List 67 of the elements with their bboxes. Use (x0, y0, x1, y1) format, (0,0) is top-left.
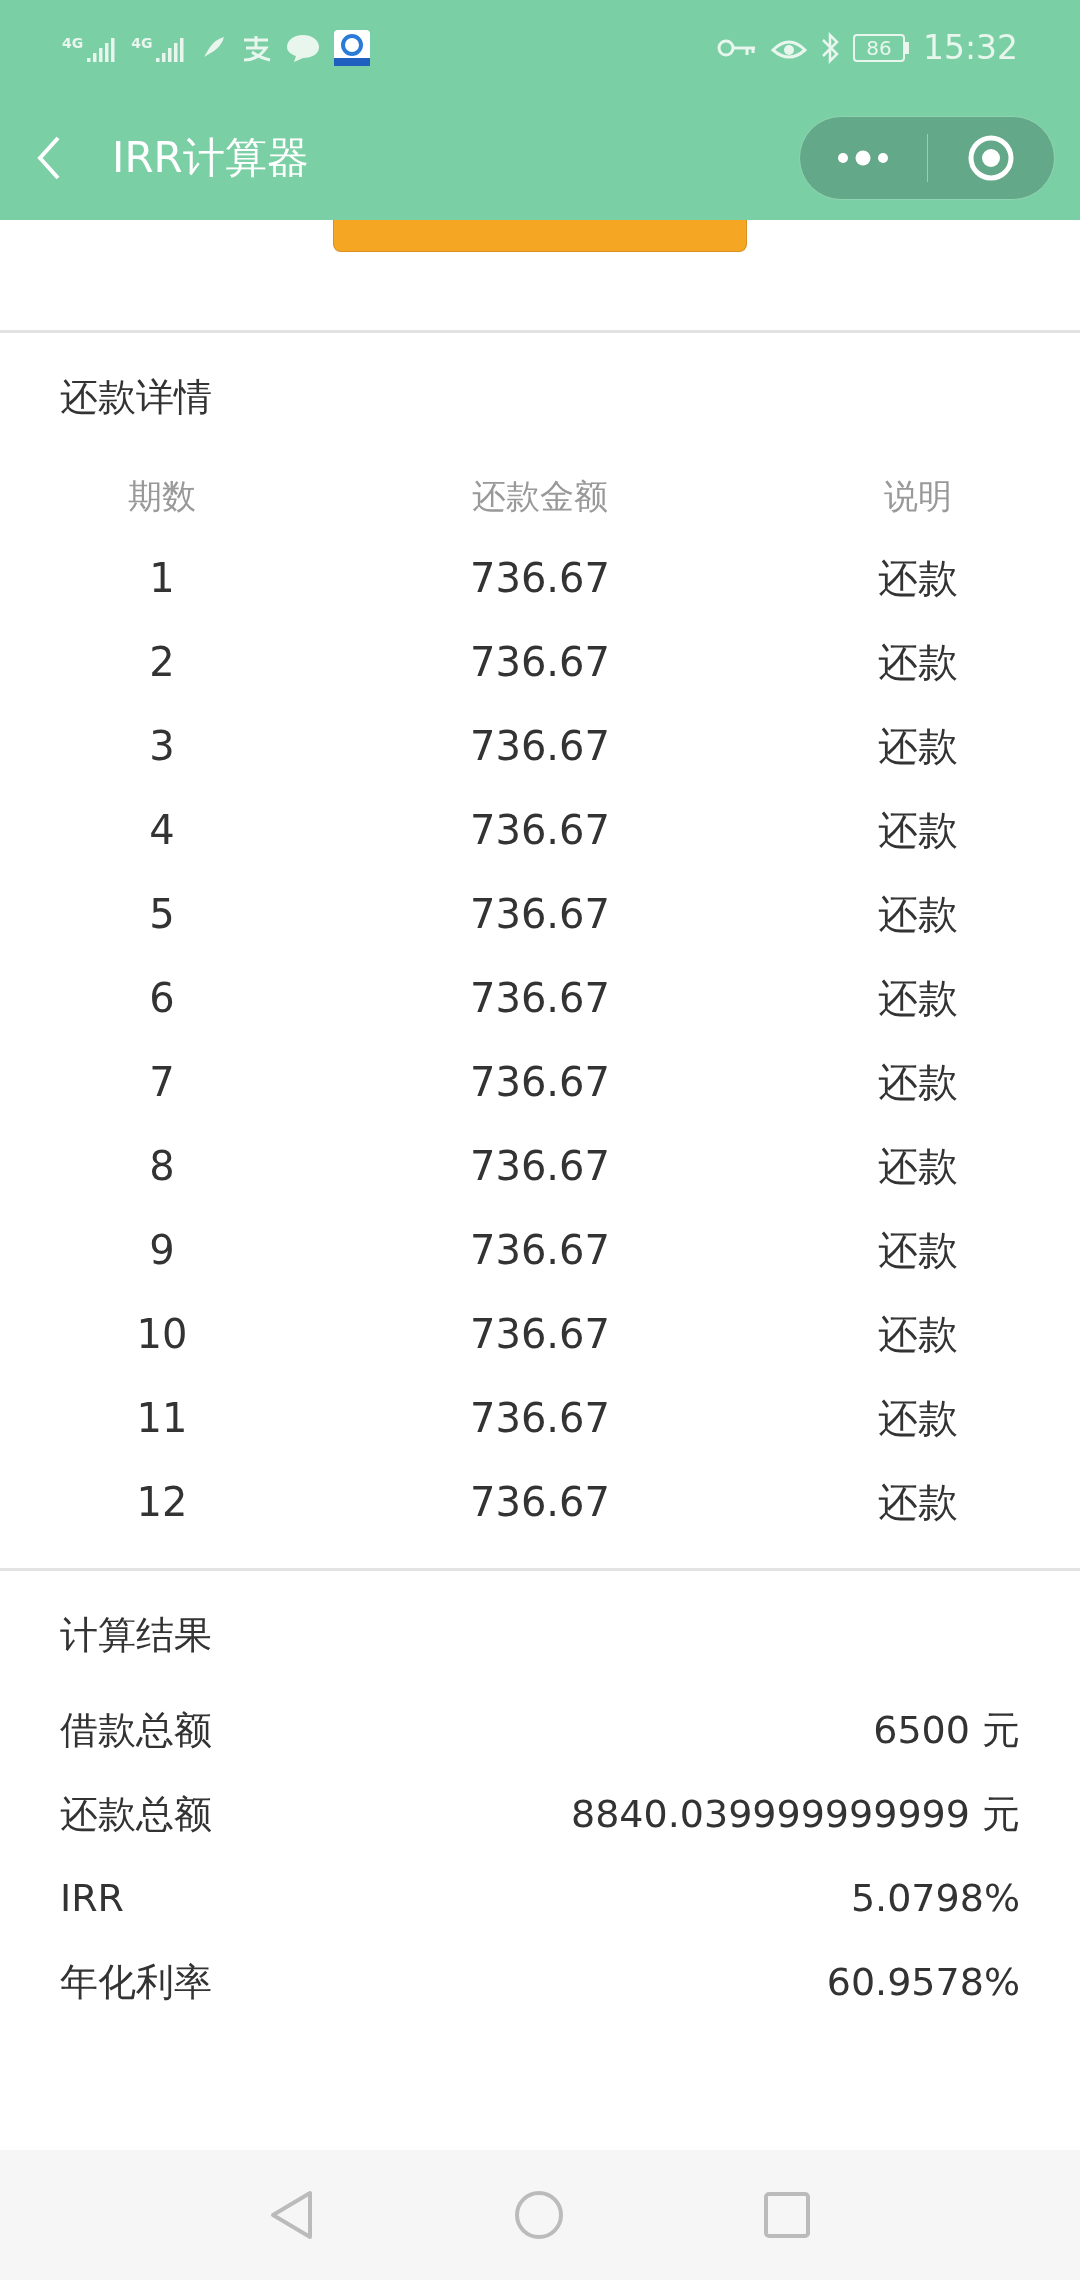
recents-icon (764, 2192, 810, 2238)
home-button[interactable] (514, 2190, 564, 2240)
table-cell-text: 还款 (878, 974, 958, 1023)
table-cell-text: 还款 (878, 806, 958, 855)
table-cell-text: 736.67 (470, 1310, 610, 1359)
table-cell-text: 5 (149, 890, 175, 939)
page-title: IRR计算器 (112, 132, 309, 184)
table-cell-text: 736.67 (470, 1478, 610, 1527)
table-cell-text: 还款 (878, 1478, 958, 1527)
recents-button[interactable] (764, 2192, 810, 2238)
home-icon (514, 2190, 564, 2240)
table-cell-text: 736.67 (470, 974, 610, 1023)
table-cell-text: 4 (149, 806, 175, 855)
result-label: 年化利率 (60, 1958, 212, 2006)
table-cell-text: 736.67 (470, 806, 610, 855)
close-icon (966, 133, 1015, 182)
back-icon (36, 135, 62, 180)
section-title: 还款详情 (60, 375, 212, 419)
calculate-button[interactable] (333, 220, 747, 252)
table-cell-text: 还款 (878, 638, 958, 687)
chat-bubble-icon (286, 32, 321, 63)
result-value: 6500 元 (873, 1706, 1020, 1754)
table-cell-text: 736.67 (470, 1058, 610, 1107)
table-cell-text: 12 (136, 1478, 188, 1527)
table-cell-text: 还款 (878, 1142, 958, 1191)
table-cell-text: 736.67 (470, 1394, 610, 1443)
table-cell-text: 还款 (878, 890, 958, 939)
result-label: 还款总额 (60, 1790, 212, 1838)
clock-time: 15:32 (922, 31, 1018, 64)
more-icon (837, 149, 890, 166)
table-cell-text: 还款 (878, 1394, 958, 1443)
column-header: 期数 (128, 474, 196, 518)
column-header: 还款金额 (472, 474, 608, 518)
table-cell-text: 9 (149, 1226, 175, 1275)
table-cell-text: 还款 (878, 554, 958, 603)
bluetooth-icon (820, 31, 839, 64)
back-nav-icon (270, 2190, 314, 2240)
table-cell-text: 736.67 (470, 1142, 610, 1191)
table-cell-text: 11 (136, 1394, 188, 1443)
result-value: 8840.039999999999 元 (571, 1790, 1020, 1838)
app-icon (334, 29, 371, 66)
network-label: 4G (131, 35, 153, 50)
result-label: IRR (60, 1874, 124, 1922)
section-title: 计算结果 (60, 1613, 212, 1657)
battery-level: 86 (866, 37, 892, 58)
table-cell-text: 1 (149, 554, 175, 603)
result-value: 60.9578% (826, 1958, 1020, 2006)
table-cell-text: 2 (149, 638, 175, 687)
table-cell-text: 736.67 (470, 638, 610, 687)
result-value: 5.0798% (850, 1874, 1020, 1922)
table-cell-text: 7 (149, 1058, 175, 1107)
result-label: 借款总额 (60, 1706, 212, 1754)
table-cell-text: 还款 (878, 1310, 958, 1359)
table-cell-text: 6 (149, 974, 175, 1023)
table-cell-text: 8 (149, 1142, 175, 1191)
table-cell-text: 736.67 (470, 722, 610, 771)
table-cell-text: 还款 (878, 1226, 958, 1275)
table-cell-text: 736.67 (470, 554, 610, 603)
table-cell-text: 736.67 (470, 1226, 610, 1275)
column-header: 说明 (884, 474, 952, 518)
back-nav-button[interactable] (270, 2190, 314, 2240)
table-cell-text: 10 (136, 1310, 188, 1359)
table-cell-text: 还款 (878, 1058, 958, 1107)
table-cell-text: 3 (149, 722, 175, 771)
table-cell-text: 还款 (878, 722, 958, 771)
network-label: 4G (62, 35, 84, 50)
table-cell-text: 736.67 (470, 890, 610, 939)
